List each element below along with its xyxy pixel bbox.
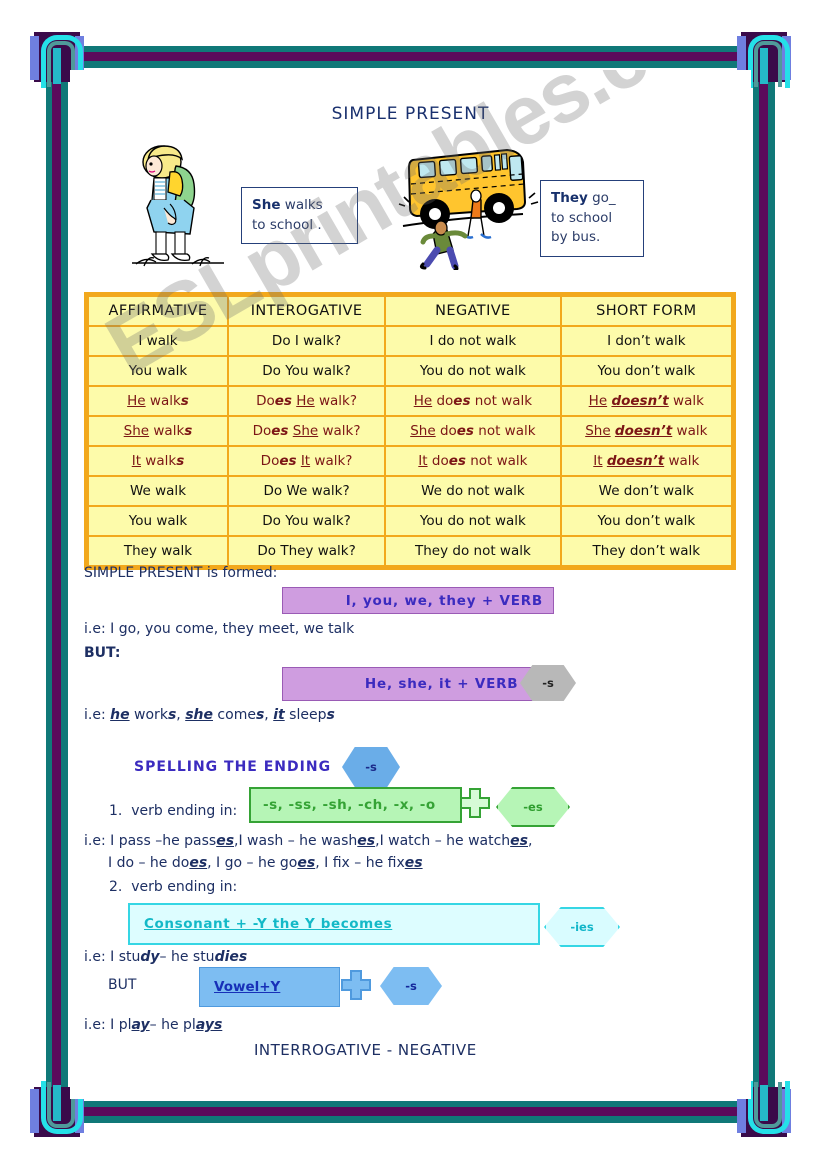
table-cell: You do not walk [386,357,560,385]
table-cell: It doesn’t walk [561,447,731,475]
item1-text: verb ending in: [131,803,238,819]
table-cell: Do You walk? [228,507,385,535]
spelling-hex-s: -s [342,747,400,787]
border-bar-bottom [62,1101,759,1123]
item2-text: verb ending in: [131,879,238,895]
table-cell: I walk [89,327,227,355]
speech-box-she-walks: She walks to school . [241,187,358,245]
but-label-2: BUT [108,977,137,993]
table-row: We walk Do We walk? We do not walk We don’t… [89,477,731,505]
table-row: You walk Do You walk? You do not walk You d… [89,507,731,535]
item3-example: i.e: I play– he plays [84,1017,223,1033]
table-cell: Do You walk? [228,357,385,385]
speech2-verb: go_ [587,190,616,206]
speech1-verb: walks [280,197,323,213]
table-cell: She walks [89,417,227,445]
table-header-row: AFFIRMATIVE INTEROGATIVE NEGATIVE SHORT FOR… [89,297,731,325]
table-header-3: SHORT FORM [561,297,731,325]
speech1-line2: to school . [252,216,322,233]
speech2-line2: to school [551,209,613,226]
table-row: It walks Does It walk? It does not walk It … [89,447,731,475]
table-cell: He doesn’t walk [561,387,731,415]
spelling-item-1-label: 1. verb ending in: [109,803,237,819]
vowel-y-text: Vowel+Y [214,979,281,995]
spelling-item-2-label: 2. verb ending in: [109,879,237,895]
table-cell: He does not walk [386,387,560,415]
example-2: i.e: he works, she comes, it sleeps [84,707,335,723]
footer-caption: INTERROGATIVE - NEGATIVE [254,1041,477,1059]
but-label-1: BUT: [84,645,121,661]
plus-icon-green [460,788,490,818]
spelling-box-endings: -s, -ss, -sh, -ch, -x, -o [249,787,462,823]
table-cell: It walks [89,447,227,475]
table-cell: Does It walk? [228,447,385,475]
example-1: i.e: I go, you come, they meet, we talk [84,621,355,637]
table-header-2: NEGATIVE [386,297,560,325]
girl-with-backpack-icon [132,145,224,267]
example-2-prefix: i.e: [84,707,111,723]
table-header-1: INTEROGATIVE [228,297,385,325]
table-row: He walks Does He walk? He does not walk He … [89,387,731,415]
speech1-subject: She [252,197,281,213]
table-cell: I don’t walk [561,327,731,355]
conjugation-table: AFFIRMATIVE INTEROGATIVE NEGATIVE SHORT FOR… [84,292,736,570]
table-cell: You don’t walk [561,507,731,535]
table-cell: She doesn’t walk [561,417,731,445]
table-cell: Do I walk? [228,327,385,355]
item1-example-line2: I do – he does, I go – he goes, I fix – … [108,855,423,871]
table-cell: Do They walk? [228,537,385,565]
table-cell: They do not walk [386,537,560,565]
table-cell: We do not walk [386,477,560,505]
table-row: They walk Do They walk? They do not walk Th… [89,537,731,565]
item1-number: 1. [109,803,123,819]
table-cell: You walk [89,507,227,535]
table-row: I walk Do I walk? I do not walk I don’t wal… [89,327,731,355]
page-title: SIMPLE PRESENT [331,104,490,124]
spelling-box-vowel-y: Vowel+Y [199,967,340,1007]
speech-box-they-go: They go_ to school by bus. [540,180,644,257]
table-header-0: AFFIRMATIVE [89,297,227,325]
worksheet-page: ESLprintables.com SIMPLE PRESENT She wal… [70,70,751,1099]
table-cell: It does not walk [386,447,560,475]
formed-label: SIMPLE PRESENT is formed: [84,565,278,581]
table-cell: They don’t walk [561,537,731,565]
suffix-hex-es: -es [496,787,570,827]
plus-icon-blue [341,970,371,1000]
border-bar-right [753,62,775,1107]
table-cell: You don’t walk [561,357,731,385]
table-cell: Do We walk? [228,477,385,505]
rule-box-i-you-we-they: I, you, we, they + VERB [282,587,554,614]
table-cell: Does She walk? [228,417,385,445]
border-bar-top [62,46,759,68]
table-cell: She does not walk [386,417,560,445]
suffix-hex-s-blue: -s [380,967,442,1005]
table-cell: We walk [89,477,227,505]
table-cell: We don’t walk [561,477,731,505]
table-row: She walks Does She walk? She does not walk… [89,417,731,445]
table-row: You walk Do You walk? You do not walk You d… [89,357,731,385]
border-bar-left [46,62,68,1107]
table-cell: Does He walk? [228,387,385,415]
spelling-box-consonant-y: Consonant + -Y the Y becomes [128,903,540,945]
speech2-line3: by bus. [551,229,601,246]
item1-example-line1: i.e: I pass –he passes,I wash – he washe… [84,833,533,849]
table-cell: I do not walk [386,327,560,355]
table-cell: You do not walk [386,507,560,535]
speech2-subject: They [551,190,588,206]
table-cell: You walk [89,357,227,385]
item2-example: i.e: I study– he studies [84,949,248,965]
school-bus-icon [398,148,539,270]
item2-number: 2. [109,879,123,895]
suffix-hex-ies: -ies [544,907,620,947]
consonant-y-text: Consonant + -Y the Y becomes [144,916,393,932]
spelling-heading: SPELLING THE ENDING [134,759,332,775]
table-cell: He walks [89,387,227,415]
table-cell: They walk [89,537,227,565]
rule-box-he-she-it: He, she, it + VERB + [282,667,547,701]
